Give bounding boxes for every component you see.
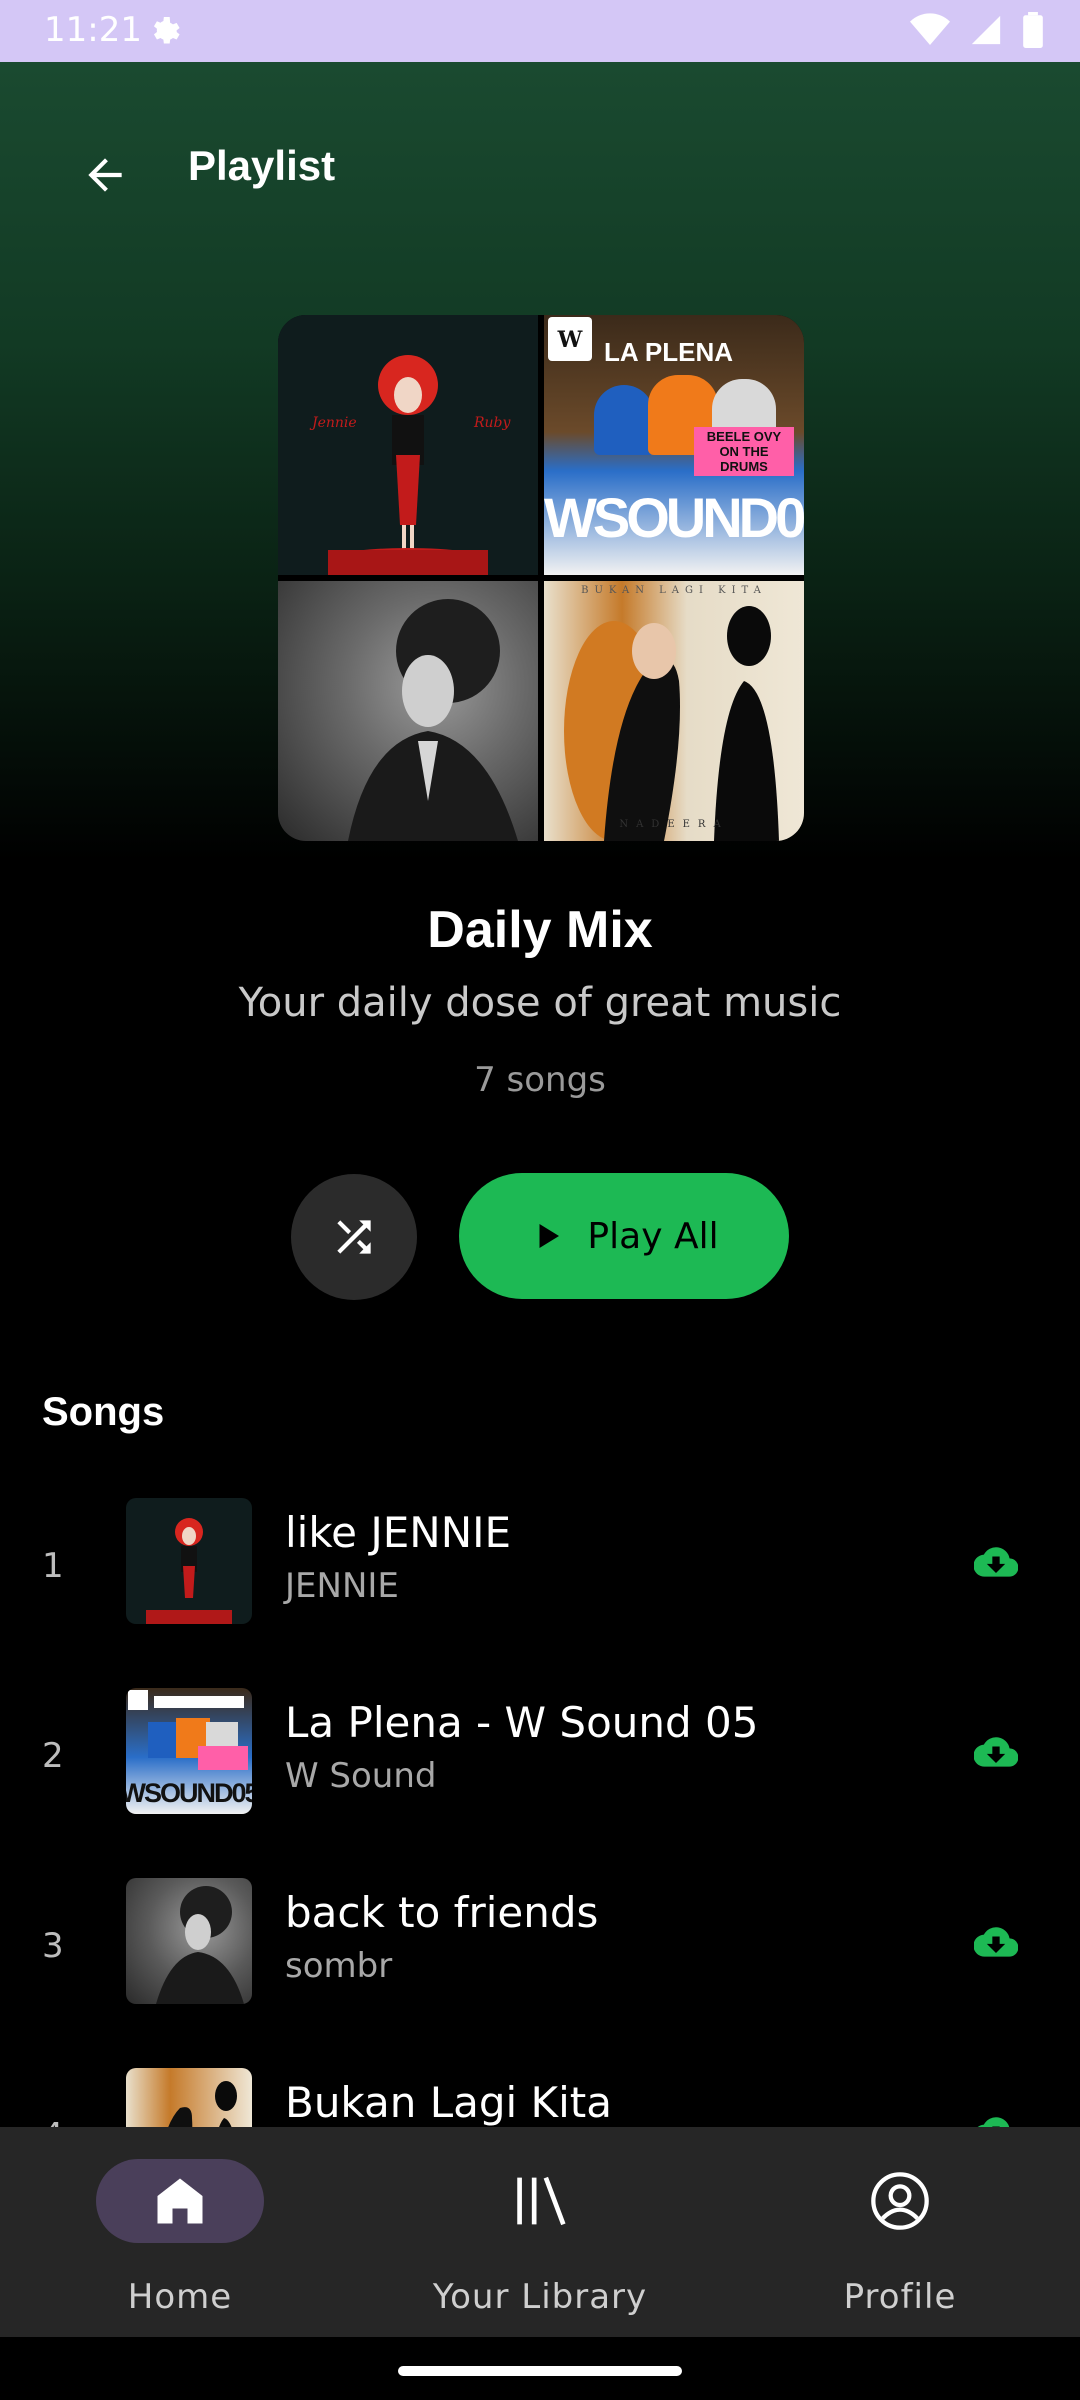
cover-text-top: LA PLENA <box>604 337 734 367</box>
gesture-home-indicator[interactable] <box>398 2366 682 2376</box>
cover-text-left: Jennie <box>312 415 357 431</box>
song-row[interactable]: 3 back to friends sombr <box>0 1878 1080 2028</box>
nav-icon-container <box>816 2159 984 2243</box>
cloud-download-icon <box>974 1737 1018 1767</box>
nav-active-indicator <box>96 2159 264 2243</box>
arrow-back-icon <box>88 158 122 192</box>
song-artist: JENNIE <box>285 1566 399 1606</box>
status-time: 11:21 <box>44 10 142 50</box>
song-title: like JENNIE <box>285 1508 512 1557</box>
song-artwork <box>126 1498 252 1624</box>
cover-text-mid: BEELE OVY ON THE DRUMS <box>694 427 794 476</box>
library-icon <box>517 2176 566 2226</box>
cloud-download-icon <box>974 1927 1018 1957</box>
status-bar: 11:21 <box>0 0 1080 62</box>
w-logo-icon: W <box>548 317 592 361</box>
song-number: 2 <box>42 1736 64 1776</box>
playlist-song-count: 7 songs <box>474 1060 606 1100</box>
home-icon <box>157 2178 203 2224</box>
play-icon <box>539 1224 560 1248</box>
download-button[interactable] <box>972 1918 1020 1966</box>
cover-text-top: BUKAN LAGI KITA <box>581 585 767 596</box>
shuffle-icon <box>337 1220 371 1254</box>
play-all-button[interactable]: Play All <box>459 1173 789 1299</box>
cover-tile-wsound: W LA PLENA BEELE OVY ON THE DRUMS WSOUND… <box>544 315 804 575</box>
cover-tile-bukan-lagi-kita: BUKAN LAGI KITA NADEERA <box>544 581 804 841</box>
cover-tile-back-to-friends <box>278 581 538 841</box>
nav-item-home[interactable]: Home <box>50 2127 310 2337</box>
status-icons <box>910 12 1044 48</box>
playlist-cover: Jennie Ruby W LA PLENA BEELE OVY ON THE … <box>278 315 804 841</box>
song-title: back to friends <box>285 1888 599 1937</box>
cover-text-right: Ruby <box>474 415 511 431</box>
nav-label-library: Your Library <box>432 2277 648 2317</box>
cover-text-big: WSOUND05 <box>544 486 804 549</box>
page-title: Playlist <box>188 142 336 189</box>
battery-icon <box>1023 12 1043 48</box>
playlist-description: Your daily dose of great music <box>238 980 842 1026</box>
nav-item-library[interactable]: Your Library <box>410 2127 670 2337</box>
song-number: 3 <box>42 1926 64 1966</box>
wifi-icon <box>910 13 950 45</box>
back-button[interactable] <box>70 140 140 210</box>
song-artist: sombr <box>285 1946 393 1986</box>
top-app-bar: Playlist <box>0 100 1080 235</box>
song-row[interactable]: 2 WSOUND05 La Plena - W Sound 05 W Sound <box>0 1688 1080 1838</box>
song-artwork <box>126 1878 252 2004</box>
nav-item-profile[interactable]: Profile <box>770 2127 1030 2337</box>
song-row[interactable]: 1 like JENNIE JENNIE <box>0 1498 1080 1648</box>
nav-label-home: Home <box>127 2277 233 2317</box>
cloud-download-icon <box>974 1547 1018 1577</box>
bottom-navigation: Home Your Library Profile <box>0 2127 1080 2337</box>
nav-label-profile: Profile <box>843 2277 957 2317</box>
shuffle-button[interactable] <box>291 1174 417 1300</box>
nav-icon-container <box>456 2159 624 2243</box>
play-all-label: Play All <box>587 1215 719 1257</box>
settings-icon <box>146 14 182 50</box>
song-title: La Plena - W Sound 05 <box>285 1698 759 1747</box>
cover-tile-like-jennie: Jennie Ruby <box>278 315 538 575</box>
download-button[interactable] <box>972 1538 1020 1586</box>
songs-heading: Songs <box>42 1390 165 1434</box>
song-number: 1 <box>42 1546 64 1586</box>
song-artwork: WSOUND05 <box>126 1688 252 1814</box>
song-artist: W Sound <box>285 1756 437 1796</box>
svg-text:WSOUND05: WSOUND05 <box>126 1778 252 1808</box>
song-title: Bukan Lagi Kita <box>285 2078 612 2127</box>
download-button[interactable] <box>972 1728 1020 1776</box>
playlist-title: Daily Mix <box>427 901 653 959</box>
profile-icon <box>871 2172 929 2230</box>
svg-text:W: W <box>557 327 583 353</box>
cover-text-bottom: NADEERA <box>619 819 729 830</box>
signal-icon <box>971 15 1001 45</box>
